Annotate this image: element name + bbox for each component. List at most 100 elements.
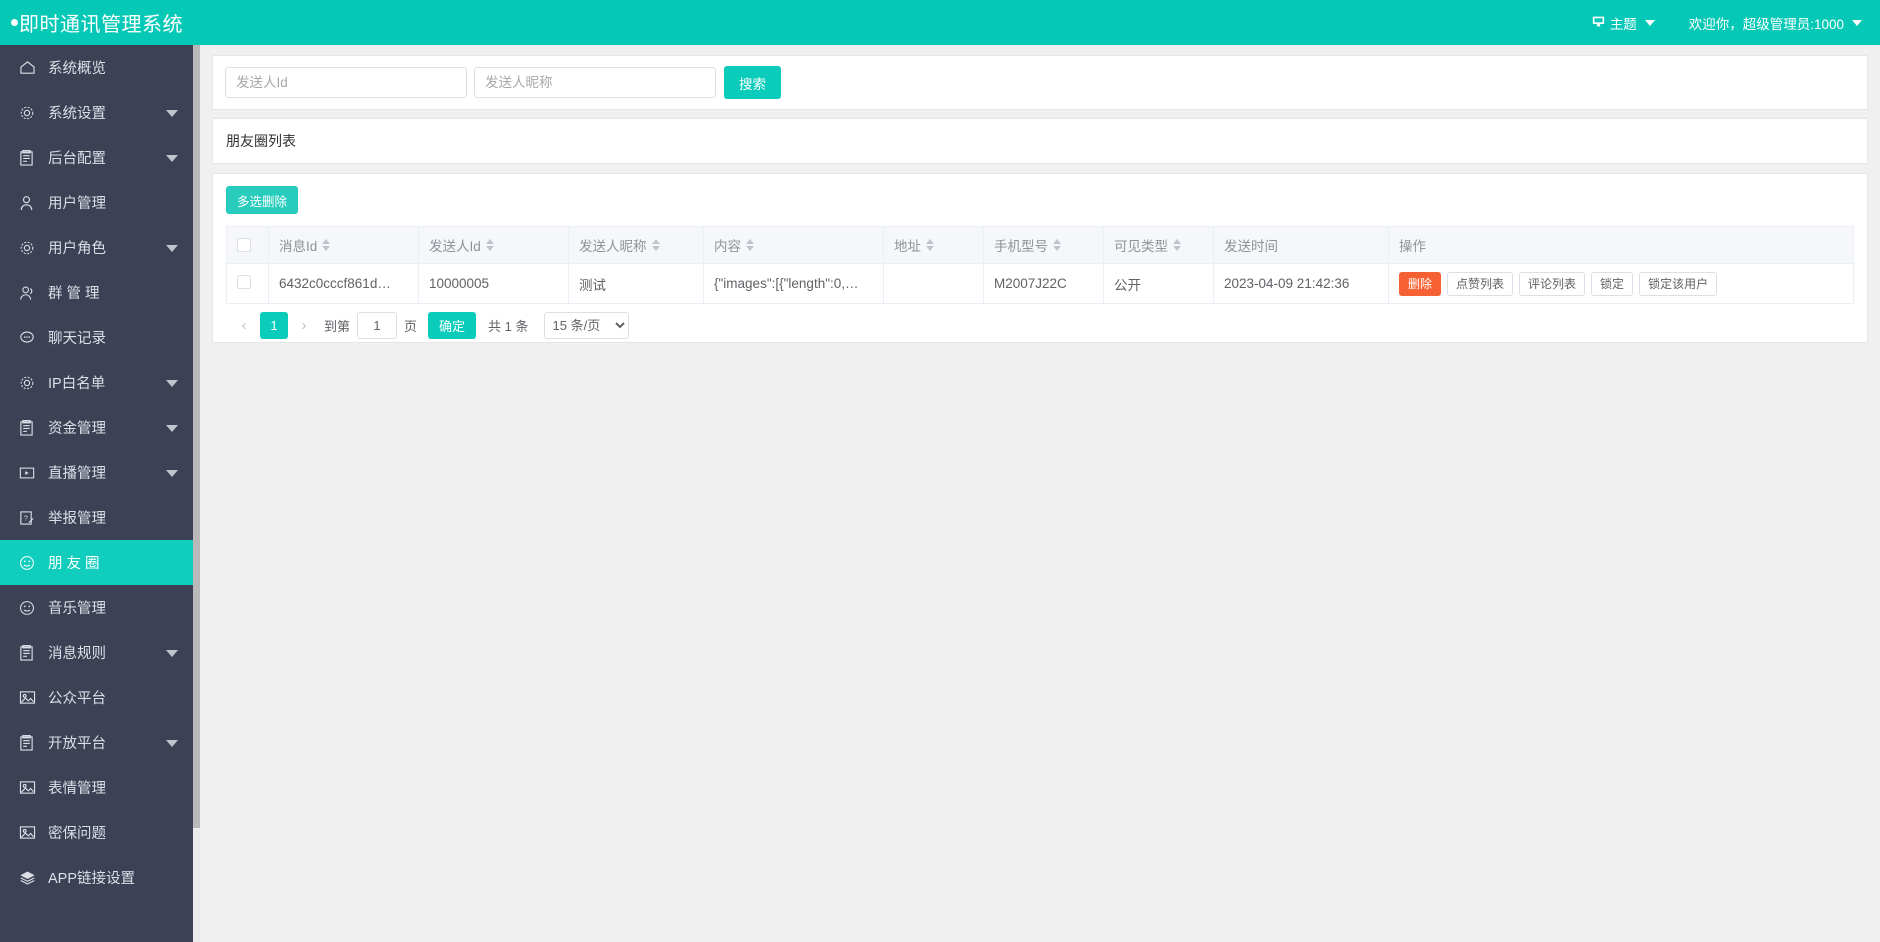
sidebar-item-7[interactable]: 聊天记录 [0,315,200,360]
sidebar-item-11[interactable]: ? 举报管理 [0,495,200,540]
chevron-down-icon[interactable] [166,424,178,432]
pagination-bar: ‹ 1 › 到第 页 确定 共 1 条 15 条/页30 条/页50 条/页10… [226,304,1854,346]
row-action-button-5[interactable]: 锁定该用户 [1639,271,1718,296]
confirm-page-button[interactable]: 确定 [428,311,477,339]
sidebar-item-label: 朋 友 圈 [48,556,100,572]
row-actions: 删除 点赞列表 评论列表 锁定 锁定该用户 [1399,271,1843,296]
table-cell-6 [883,263,984,304]
chevron-left-icon[interactable]: ‹ [231,312,257,338]
sidebar-item-label: 系统概览 [48,61,106,77]
row-action-button-4[interactable]: 锁定 [1591,271,1634,296]
table-header-label: 发送人昵称 [579,239,647,254]
table-header-cell-5[interactable]: 内容 [703,226,884,264]
clipboard-icon [19,149,39,166]
sidebar-item-18[interactable]: 密保问题 [0,810,200,855]
sort-arrows-icon[interactable] [926,239,934,251]
chevron-down-icon[interactable] [166,379,178,387]
sidebar-item-14[interactable]: 消息规则 [0,630,200,675]
table-header-cell-6[interactable]: 地址 [883,226,984,264]
sidebar-item-6[interactable]: 群 管 理 [0,270,200,315]
table-header-cell-4[interactable]: 发送人昵称 [568,226,704,264]
row-action-button-1[interactable]: 删除 [1399,271,1442,296]
list-title-panel: 朋友圈列表 [212,118,1868,164]
sidebar-item-12[interactable]: 朋 友 圈 [0,540,200,585]
chevron-down-icon [1644,19,1655,26]
sidebar-item-15[interactable]: 公众平台 [0,675,200,720]
main-content: 搜索 朋友圈列表 多选删除 消息Id 发送人Id 发送人昵称 内容 地址 手机型号 可见类型… [200,45,1880,942]
header-right-menus: 主题 欢迎你，超级管理员:1000 [1558,13,1880,33]
sidebar-scroll-area: 系统概览系统设置 后台配置 用户管理 用户角色群 管 理聊天记录 IP白名单 资金管理直播… [0,45,200,942]
table-header-label: 消息Id [279,239,318,254]
sort-arrows-icon[interactable] [651,239,660,251]
sidebar-item-17[interactable]: 表情管理 [0,765,200,810]
goto-label: 到第 [324,318,351,334]
row-action-button-3[interactable]: 评论列表 [1519,271,1586,296]
sidebar-item-3[interactable]: 后台配置 [0,135,200,180]
row-action-button-2[interactable]: 点赞列表 [1447,271,1514,296]
sidebar-item-10[interactable]: 直播管理 [0,450,200,495]
table-cell-8: 公开 [1103,263,1214,304]
theme-menu-label: 主题 [1609,16,1637,32]
sidebar-item-9[interactable]: 资金管理 [0,405,200,450]
chevron-down-icon[interactable] [166,244,178,252]
table-cell-9: 2023-04-09 21:42:36 [1213,263,1389,304]
chevron-down-icon[interactable] [166,469,178,477]
sidebar-item-label: 开放平台 [48,736,106,752]
brand-title: 即时通讯管理系统 [0,8,183,37]
search-button[interactable]: 搜索 [724,66,781,99]
table-header-label: 发送时间 [1224,239,1278,254]
table-cell-3: 10000005 [418,263,569,304]
chevron-down-icon[interactable] [166,109,178,117]
table-cell-5: {"images":[{"length":0,… [703,263,884,304]
sidebar-item-label: 表情管理 [48,781,106,797]
sidebar-item-5[interactable]: 用户角色 [0,225,200,270]
top-header-bar: 即时通讯管理系统 主题 欢迎你，超级管理员:1000 [0,0,1880,45]
clipboard-icon [19,419,39,436]
sidebar-item-19[interactable]: APP链接设置 [0,855,200,900]
sort-arrows-icon[interactable] [746,239,754,251]
layers-icon [19,870,39,886]
table-header-cell-8[interactable]: 可见类型 [1103,226,1214,264]
chevron-down-icon[interactable] [166,154,178,162]
sidebar-item-16[interactable]: 开放平台 [0,720,200,765]
chevron-down-icon[interactable] [166,649,178,657]
goto-page-input[interactable] [357,311,398,339]
table-cell-4: 测试 [568,263,704,304]
sort-arrows-icon[interactable] [1053,239,1061,251]
sender-nickname-input[interactable] [474,67,716,98]
sidebar-scrollbar-thumb[interactable] [193,45,200,828]
sort-arrows-icon[interactable] [1173,239,1181,251]
sidebar-item-1[interactable]: 系统概览 [0,45,200,90]
table-header-cell-7[interactable]: 手机型号 [983,226,1104,264]
page-number-1[interactable]: 1 [260,311,288,339]
sort-arrows-icon[interactable] [485,239,494,251]
multi-delete-button[interactable]: 多选删除 [226,186,299,214]
sidebar-item-8[interactable]: IP白名单 [0,360,200,405]
sidebar-item-2[interactable]: 系统设置 [0,90,200,135]
sidebar-item-13[interactable]: 音乐管理 [0,585,200,630]
table-header-cell-3[interactable]: 发送人Id [418,226,569,264]
page-size-select[interactable]: 15 条/页30 条/页50 条/页100 条/页 [543,311,629,339]
sort-arrows-icon[interactable] [322,239,331,251]
table-header-cell-10: 操作 [1388,226,1854,264]
table-row: 6432c0cccf861d… 10000005 测试 {"images":[{"le… [226,263,1854,304]
image-icon [19,780,39,796]
table-header-label: 发送人Id [429,239,481,254]
chevron-down-icon[interactable] [166,739,178,747]
chevron-right-icon[interactable]: › [291,312,317,338]
svg-text:?: ? [24,513,28,522]
table-cell-7: M2007J22C [983,263,1104,304]
select-all-checkbox[interactable] [237,238,251,252]
sidebar-item-label: APP链接设置 [48,871,136,887]
total-count-label: 共 1 条 [488,318,529,334]
video-icon [19,465,39,481]
sender-id-input[interactable] [225,67,467,98]
sidebar-item-4[interactable]: 用户管理 [0,180,200,225]
table-header-cell-2[interactable]: 消息Id [268,226,419,264]
sidebar-item-label: 直播管理 [48,466,106,482]
sidebar-item-label: 音乐管理 [48,601,106,617]
report-icon: ? [19,510,39,526]
theme-menu[interactable]: 主题 [1592,13,1655,33]
user-menu[interactable]: 欢迎你，超级管理员:1000 [1689,13,1862,33]
row-select-checkbox[interactable] [237,275,251,289]
